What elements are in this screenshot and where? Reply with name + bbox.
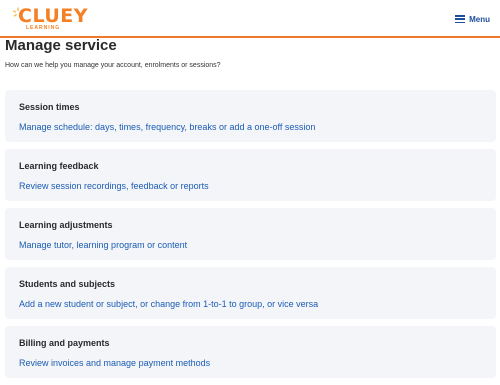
card-link[interactable]: Review session recordings, feedback or r… bbox=[19, 180, 482, 192]
card-title: Learning adjustments bbox=[19, 220, 113, 230]
card-title: Learning feedback bbox=[19, 161, 99, 171]
card-link[interactable]: Add a new student or subject, or change … bbox=[19, 298, 482, 310]
service-options-list: Session times Manage schedule: days, tim… bbox=[5, 90, 496, 385]
card-link[interactable]: Manage schedule: days, times, frequency,… bbox=[19, 121, 482, 133]
service-card-learning-adjustments[interactable]: Learning adjustments Manage tutor, learn… bbox=[5, 208, 496, 260]
site-header: CLUEY LEARNING Menu bbox=[0, 0, 500, 38]
card-title: Session times bbox=[19, 102, 80, 112]
service-card-students-subjects[interactable]: Students and subjects Add a new student … bbox=[5, 267, 496, 319]
logo-wordmark: CLUEY bbox=[18, 5, 89, 27]
cluey-logo[interactable]: CLUEY LEARNING bbox=[12, 6, 88, 34]
service-card-learning-feedback[interactable]: Learning feedback Review session recordi… bbox=[5, 149, 496, 201]
card-title: Billing and payments bbox=[19, 338, 110, 348]
menu-label: Menu bbox=[469, 14, 490, 24]
hamburger-menu-icon bbox=[455, 15, 466, 23]
logo-tagline: LEARNING bbox=[26, 25, 61, 31]
service-card-session-times[interactable]: Session times Manage schedule: days, tim… bbox=[5, 90, 496, 142]
card-title: Students and subjects bbox=[19, 279, 116, 289]
card-link[interactable]: Review invoices and manage payment metho… bbox=[19, 357, 482, 369]
menu-button[interactable]: Menu bbox=[455, 11, 490, 27]
page-title: Manage service bbox=[5, 37, 117, 54]
page-subtitle: How can we help you manage your account,… bbox=[5, 62, 221, 69]
service-card-billing-payments[interactable]: Billing and payments Review invoices and… bbox=[5, 326, 496, 378]
card-link[interactable]: Manage tutor, learning program or conten… bbox=[19, 239, 482, 251]
